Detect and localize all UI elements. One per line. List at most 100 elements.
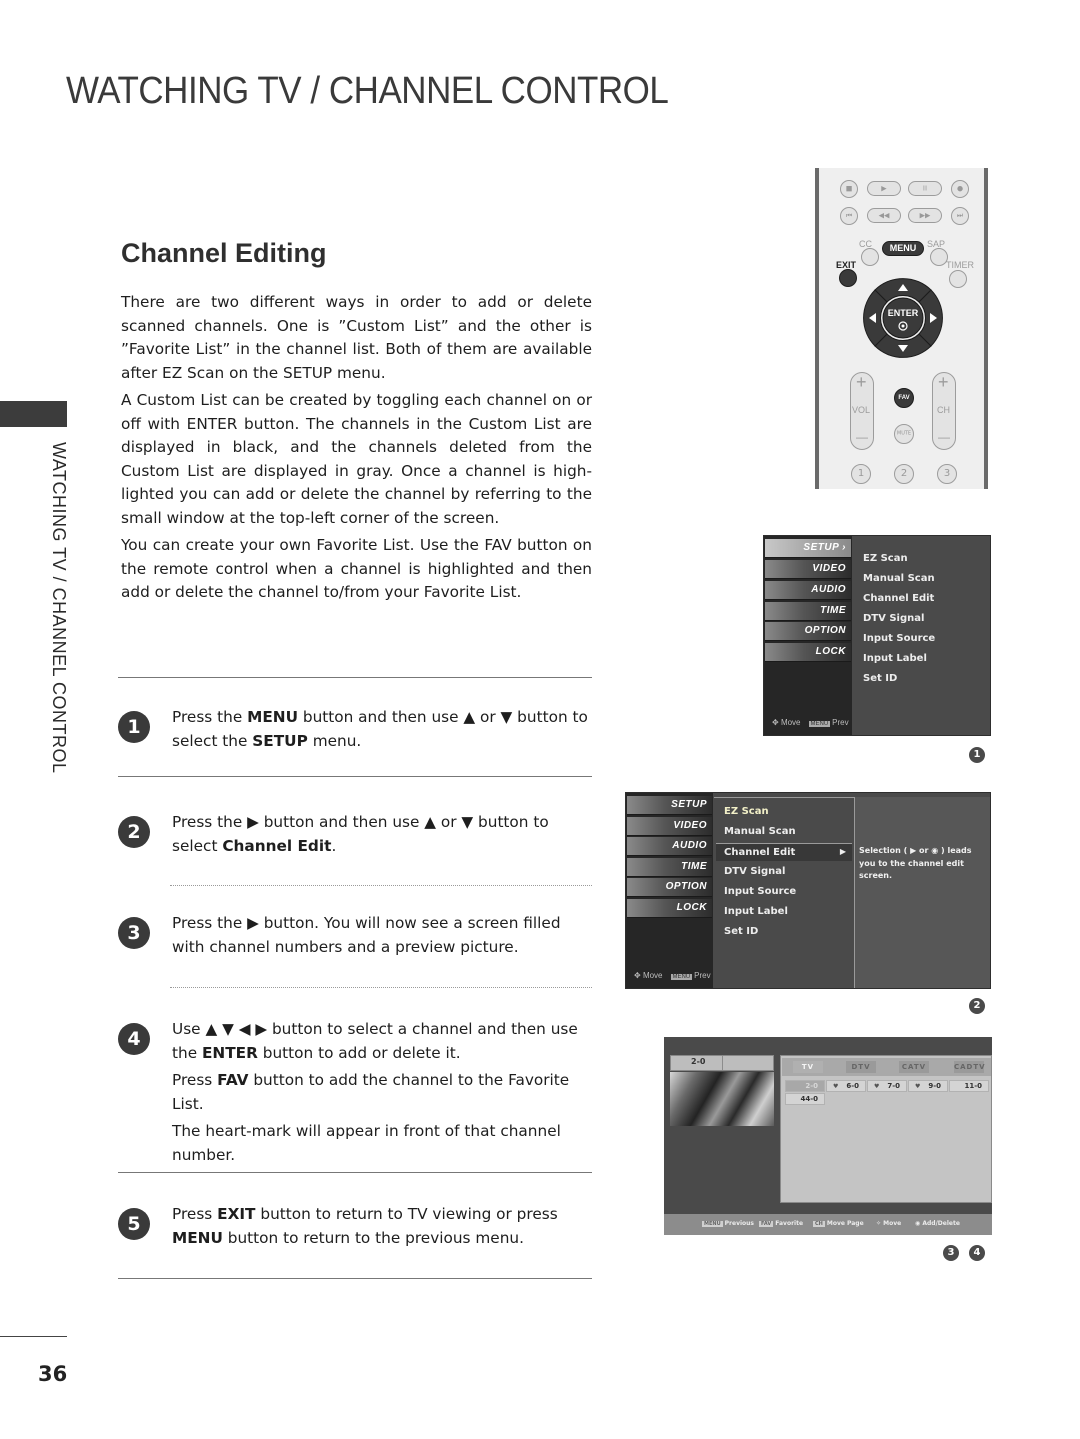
category-label: AUDIO <box>672 840 707 851</box>
category-video[interactable]: VIDEO <box>765 560 851 579</box>
step-text-run: button to return to the previous menu. <box>222 1229 524 1247</box>
category-sidebar: SETUP VIDEO AUDIO TIME OPTION LOCK ✥ Mov… <box>626 793 713 988</box>
tab-tv[interactable]: TV <box>793 1061 823 1073</box>
dotted-divider <box>170 885 592 886</box>
channel-number: 7-0 <box>887 1082 900 1090</box>
side-tab-marker <box>0 401 67 427</box>
number-3-button[interactable]: 3 <box>937 464 957 484</box>
tab-cadtv[interactable]: CADTV <box>954 1061 985 1073</box>
enter-dot-icon <box>901 324 905 328</box>
enter-icon: ◉ <box>915 1220 921 1227</box>
category-label: OPTION <box>665 881 707 892</box>
step-text-run: button to return to TV viewing or press <box>255 1205 558 1223</box>
category-label: VIDEO <box>673 820 707 831</box>
divider <box>118 776 592 777</box>
mute-button[interactable]: MUTE <box>894 424 914 444</box>
channel-cell[interactable]: 44-0 <box>785 1093 825 1105</box>
number-label: 2 <box>900 468 908 479</box>
menu-item-input-label[interactable]: Input Label <box>724 906 788 917</box>
category-time[interactable]: TIME <box>627 858 712 877</box>
category-sidebar: SETUP › VIDEO AUDIO TIME OPTION LOCK ✥ M… <box>764 536 852 735</box>
step-text-run: . <box>331 837 337 855</box>
menu-item-input-source[interactable]: Input Source <box>724 886 796 897</box>
step-text: Press the MENU button and then use ▲ or … <box>172 705 597 756</box>
figure-badge: 2 <box>969 998 985 1014</box>
menu-item-channel-edit[interactable]: Channel Edit <box>863 593 934 604</box>
skip-forward-button[interactable]: ⏭ <box>951 207 969 225</box>
menu-item-manual-scan[interactable]: Manual Scan <box>863 573 935 584</box>
skip-back-button[interactable]: ⏮ <box>840 207 858 225</box>
tab-dtv[interactable]: DTV <box>846 1061 876 1073</box>
record-button[interactable]: ● <box>951 180 969 198</box>
key-guide-move-page: CH Move Page <box>813 1220 864 1227</box>
menu-item-input-label[interactable]: Input Label <box>863 653 927 664</box>
category-lock[interactable]: LOCK <box>765 643 851 662</box>
skip-forward-icon: ⏭ <box>956 211 964 220</box>
channel-number: 6-0 <box>846 1082 859 1090</box>
number-1-button[interactable]: 1 <box>851 464 871 484</box>
channel-cell[interactable]: ♥ 6-0 <box>826 1080 866 1092</box>
intro-paragraph: You can create your own Favorite List. U… <box>121 536 592 601</box>
rewind-button[interactable]: ◀◀ <box>867 208 901 223</box>
enter-button[interactable] <box>882 297 924 339</box>
hint-move: Move <box>642 971 663 980</box>
step-paragraph: Press the MENU button and then use ▲ or … <box>172 705 597 753</box>
category-setup[interactable]: SETUP › <box>765 539 851 558</box>
channel-cell[interactable]: 11-0 <box>949 1080 989 1092</box>
pause-button[interactable]: II <box>908 181 942 196</box>
favorite-heart-icon: ♥ <box>915 1083 921 1090</box>
category-option[interactable]: OPTION <box>765 622 851 641</box>
category-setup[interactable]: SETUP <box>627 796 712 815</box>
menu-item-manual-scan[interactable]: Manual Scan <box>724 826 796 837</box>
menu-item-channel-edit[interactable]: Channel Edit ▶ <box>716 843 852 861</box>
category-time[interactable]: TIME <box>765 602 851 621</box>
category-lock[interactable]: LOCK <box>627 899 712 918</box>
channel-cell[interactable]: 2-0 <box>785 1080 825 1092</box>
menu-item-ez-scan[interactable]: EZ Scan <box>724 806 769 817</box>
channel-number: 9-0 <box>928 1082 941 1090</box>
step-paragraph: The heart-mark will appear in front of t… <box>172 1119 597 1167</box>
channel-list-screen: 2-0 TV DTV CATV CADTV 2-0 ♥ 6-0 ♥ 7-0 ♥ 9-0 11-… <box>664 1037 992 1235</box>
category-audio[interactable]: AUDIO <box>627 837 712 856</box>
fav-key-icon: FAV <box>759 1221 774 1227</box>
menu-button[interactable]: MENU <box>882 241 924 256</box>
rewind-icon: ◀◀ <box>878 211 890 219</box>
cc-button[interactable] <box>861 248 879 266</box>
menu-item-dtv-signal[interactable]: DTV Signal <box>724 866 785 877</box>
hint-prev: Prev <box>694 971 711 980</box>
emphasis-text: EXIT <box>217 1205 256 1223</box>
emphasis-text: FAV <box>217 1071 249 1089</box>
menu-item-set-id[interactable]: Set ID <box>724 926 758 937</box>
menu-item-dtv-signal[interactable]: DTV Signal <box>863 613 924 624</box>
menu-item-ez-scan[interactable]: EZ Scan <box>863 553 908 564</box>
channel-down-icon: — <box>938 430 950 444</box>
intro-text: There are two different ways in order to… <box>121 291 592 609</box>
channel-cell[interactable]: ♥ 9-0 <box>908 1080 948 1092</box>
page-title: WATCHING TV / CHANNEL CONTROL <box>66 70 669 112</box>
step-paragraph: Use ▲ ▼ ◀ ▶ button to select a channel a… <box>172 1017 597 1065</box>
fast-forward-button[interactable]: ▶▶ <box>908 208 942 223</box>
category-video[interactable]: VIDEO <box>627 817 712 836</box>
stop-button[interactable]: ■ <box>840 180 858 198</box>
panel-top-border <box>714 797 854 798</box>
step-text: Use ▲ ▼ ◀ ▶ button to select a channel a… <box>172 1017 597 1170</box>
menu-item-input-source[interactable]: Input Source <box>863 633 935 644</box>
category-label: AUDIO <box>811 584 846 595</box>
tab-catv[interactable]: CATV <box>899 1061 929 1073</box>
step-text-run: Press <box>172 1071 218 1089</box>
menu-item-set-id[interactable]: Set ID <box>863 673 897 684</box>
section-title: Channel Editing <box>121 238 327 268</box>
key-guide-favorite: FAV Favorite <box>759 1220 803 1227</box>
category-label: SETUP <box>671 799 707 810</box>
number-2-button[interactable]: 2 <box>894 464 914 484</box>
play-button[interactable]: ▶ <box>867 181 901 196</box>
emphasis-text: ENTER <box>201 1044 258 1062</box>
fav-button[interactable]: FAV <box>894 388 914 408</box>
move-icon: ✥ <box>634 971 643 980</box>
channel-cell[interactable]: ♥ 7-0 <box>867 1080 907 1092</box>
divider <box>118 1172 592 1173</box>
number-label: 3 <box>943 468 951 479</box>
category-audio[interactable]: AUDIO <box>765 581 851 600</box>
category-option[interactable]: OPTION <box>627 878 712 897</box>
menu-key-icon: MENU <box>702 1221 723 1227</box>
